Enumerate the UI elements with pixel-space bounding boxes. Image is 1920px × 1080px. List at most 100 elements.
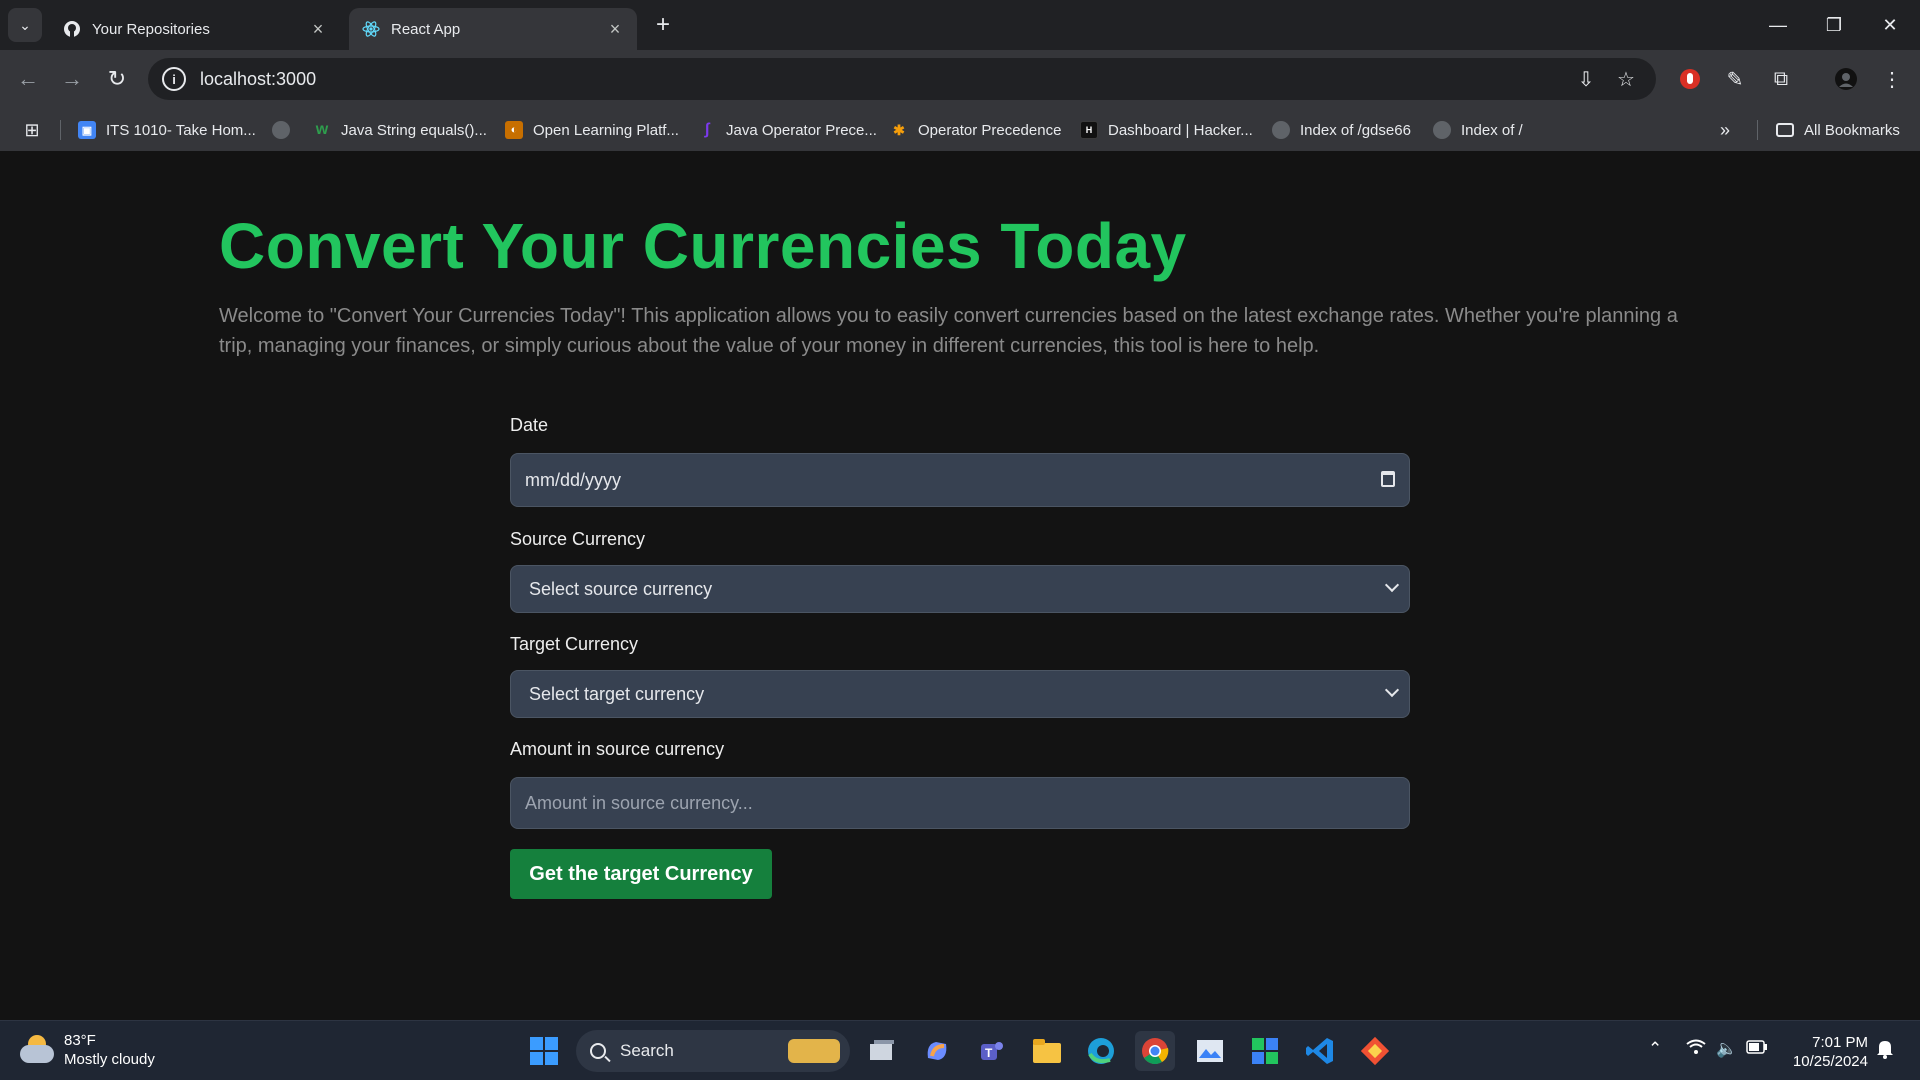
bookmark-item[interactable]: ◐ Open Learning Platf... bbox=[505, 117, 679, 143]
bookmark-separator bbox=[60, 120, 61, 140]
tab-strip: ⌄ Your Repositories × React App × + — ❐ … bbox=[0, 0, 1920, 50]
copilot-icon[interactable] bbox=[917, 1031, 957, 1071]
toolbar: ← → ↻ i localhost:3000 ⇩ ☆ ✎ ⧉ ⋮ bbox=[0, 50, 1920, 108]
close-icon[interactable]: × bbox=[308, 19, 328, 39]
close-icon[interactable]: × bbox=[605, 19, 625, 39]
minimize-button[interactable]: — bbox=[1758, 8, 1798, 42]
volume-icon[interactable]: 🔈 bbox=[1716, 1039, 1737, 1059]
eyedropper-icon[interactable]: ✎ bbox=[1719, 63, 1751, 95]
bookmark-item[interactable]: Index of / bbox=[1433, 117, 1523, 143]
bookmark-item[interactable]: w Java String equals()... bbox=[313, 117, 487, 143]
bookmark-item[interactable]: Index of /gdse66 bbox=[1272, 117, 1411, 143]
git-client-icon[interactable] bbox=[1355, 1031, 1395, 1071]
react-icon bbox=[361, 19, 381, 39]
programiz-icon: ʃ bbox=[704, 121, 710, 138]
windows-start-icon[interactable] bbox=[524, 1031, 564, 1071]
extensions-puzzle-icon[interactable]: ⧉ bbox=[1765, 63, 1797, 95]
file-explorer-icon[interactable] bbox=[1027, 1031, 1067, 1071]
restore-button[interactable]: ❐ bbox=[1814, 8, 1854, 42]
clock-date: 10/25/2024 bbox=[1792, 1053, 1868, 1070]
all-bookmarks-label: All Bookmarks bbox=[1804, 121, 1900, 139]
tab-react-app[interactable]: React App × bbox=[349, 8, 637, 50]
source-currency-select[interactable]: Select source currency bbox=[510, 565, 1410, 613]
teams-icon[interactable]: T bbox=[972, 1031, 1012, 1071]
site-info-icon[interactable]: i bbox=[162, 67, 186, 91]
chevron-down-icon bbox=[1384, 577, 1400, 593]
get-target-currency-button[interactable]: Get the target Currency bbox=[510, 849, 772, 899]
forward-button[interactable]: → bbox=[56, 63, 88, 95]
search-icon bbox=[590, 1043, 606, 1059]
url-text[interactable]: localhost:3000 bbox=[200, 69, 316, 90]
weather-widget[interactable]: 83°F Mostly cloudy bbox=[20, 1031, 155, 1069]
task-view-icon[interactable] bbox=[862, 1031, 902, 1071]
edge-icon[interactable] bbox=[1081, 1031, 1121, 1071]
weather-temp: 83°F bbox=[64, 1032, 96, 1049]
wifi-icon[interactable] bbox=[1686, 1039, 1706, 1060]
bookmark-item[interactable]: H Dashboard | Hacker... bbox=[1080, 117, 1253, 143]
target-currency-select[interactable]: Select target currency bbox=[510, 670, 1410, 718]
calendar-icon[interactable] bbox=[1381, 471, 1395, 487]
search-highlight-icon bbox=[788, 1039, 840, 1063]
globe-icon bbox=[1433, 121, 1451, 139]
photos-icon[interactable] bbox=[1190, 1031, 1230, 1071]
bookmark-item[interactable]: ʃ Java Operator Prece... bbox=[698, 117, 877, 143]
bookmark-label: Dashboard | Hacker... bbox=[1108, 121, 1253, 139]
bookmark-item[interactable]: ▣ ITS 1010- Take Hom... bbox=[78, 117, 256, 143]
tab-your-repositories[interactable]: Your Repositories × bbox=[50, 8, 340, 50]
all-bookmarks-button[interactable]: All Bookmarks bbox=[1776, 117, 1900, 143]
profile-avatar[interactable] bbox=[1830, 63, 1862, 95]
conversion-form: Date mm/dd/yyyy Source Currency Select s… bbox=[510, 415, 1410, 899]
cloudy-weather-icon bbox=[20, 1035, 56, 1065]
apps-grid-icon[interactable]: ⊞ bbox=[20, 118, 44, 142]
chevron-down-icon bbox=[1384, 682, 1400, 698]
classroom-icon: ▣ bbox=[78, 121, 96, 139]
bookmark-separator bbox=[1757, 120, 1758, 140]
system-clock[interactable]: 7:01 PM 10/25/2024 bbox=[1788, 1033, 1868, 1071]
date-placeholder: mm/dd/yyyy bbox=[525, 469, 622, 490]
back-button[interactable]: ← bbox=[12, 63, 44, 95]
hackerrank-icon: H bbox=[1080, 121, 1098, 139]
github-icon bbox=[272, 121, 290, 139]
amount-label: Amount in source currency bbox=[510, 739, 725, 759]
date-label: Date bbox=[510, 415, 549, 435]
svg-text:T: T bbox=[985, 1046, 993, 1060]
date-input[interactable]: mm/dd/yyyy bbox=[510, 453, 1410, 507]
more-bookmarks-chevron-icon[interactable]: » bbox=[1720, 117, 1730, 143]
amount-input[interactable]: Amount in source currency... bbox=[510, 777, 1410, 829]
close-window-button[interactable]: ✕ bbox=[1870, 8, 1910, 42]
folder-icon bbox=[1776, 123, 1794, 137]
browser-chrome: ⌄ Your Repositories × React App × + — ❐ … bbox=[0, 0, 1920, 151]
bookmark-item[interactable]: ✱ Operator Precedence bbox=[890, 117, 1061, 143]
taskbar: 83°F Mostly cloudy Search T ⌃ 🔈 7:01 PM … bbox=[0, 1020, 1920, 1080]
github-icon bbox=[62, 19, 82, 39]
extension-red-icon[interactable] bbox=[1674, 63, 1706, 95]
vscode-icon[interactable] bbox=[1300, 1031, 1340, 1071]
bookmark-star-icon[interactable]: ☆ bbox=[1614, 67, 1638, 91]
taskbar-search-label: Search bbox=[620, 1041, 674, 1060]
clock-time: 7:01 PM bbox=[1812, 1034, 1868, 1051]
chrome-icon[interactable] bbox=[1135, 1031, 1175, 1071]
app-grid-icon[interactable] bbox=[1245, 1031, 1285, 1071]
amount-placeholder: Amount in source currency... bbox=[525, 792, 753, 813]
menu-icon[interactable]: ⋮ bbox=[1876, 63, 1908, 95]
source-currency-label: Source Currency bbox=[510, 529, 646, 549]
bookmark-item[interactable] bbox=[272, 117, 300, 143]
reload-button[interactable]: ↻ bbox=[101, 63, 133, 95]
tab-search-button[interactable]: ⌄ bbox=[8, 8, 42, 42]
bookmark-label: Operator Precedence bbox=[918, 121, 1062, 139]
target-currency-value: Select target currency bbox=[529, 683, 705, 704]
address-bar[interactable]: i localhost:3000 ⇩ ☆ bbox=[148, 58, 1656, 100]
bookmark-label: ITS 1010- Take Hom... bbox=[106, 121, 256, 139]
new-tab-button[interactable]: + bbox=[650, 11, 676, 38]
source-currency-value: Select source currency bbox=[529, 578, 713, 599]
taskbar-search[interactable]: Search bbox=[576, 1030, 850, 1072]
install-app-icon[interactable]: ⇩ bbox=[1574, 67, 1598, 91]
notification-bell-icon[interactable] bbox=[1876, 1039, 1894, 1064]
show-hidden-icons-chevron[interactable]: ⌃ bbox=[1648, 1039, 1662, 1059]
weather-desc: Mostly cloudy bbox=[64, 1051, 155, 1068]
battery-icon[interactable] bbox=[1746, 1039, 1768, 1059]
operator-icon: ✱ bbox=[893, 121, 905, 138]
learning-icon: ◐ bbox=[505, 121, 523, 139]
intro-text: Welcome to "Convert Your Currencies Toda… bbox=[219, 305, 1678, 357]
bookmark-label: Open Learning Platf... bbox=[533, 121, 679, 139]
